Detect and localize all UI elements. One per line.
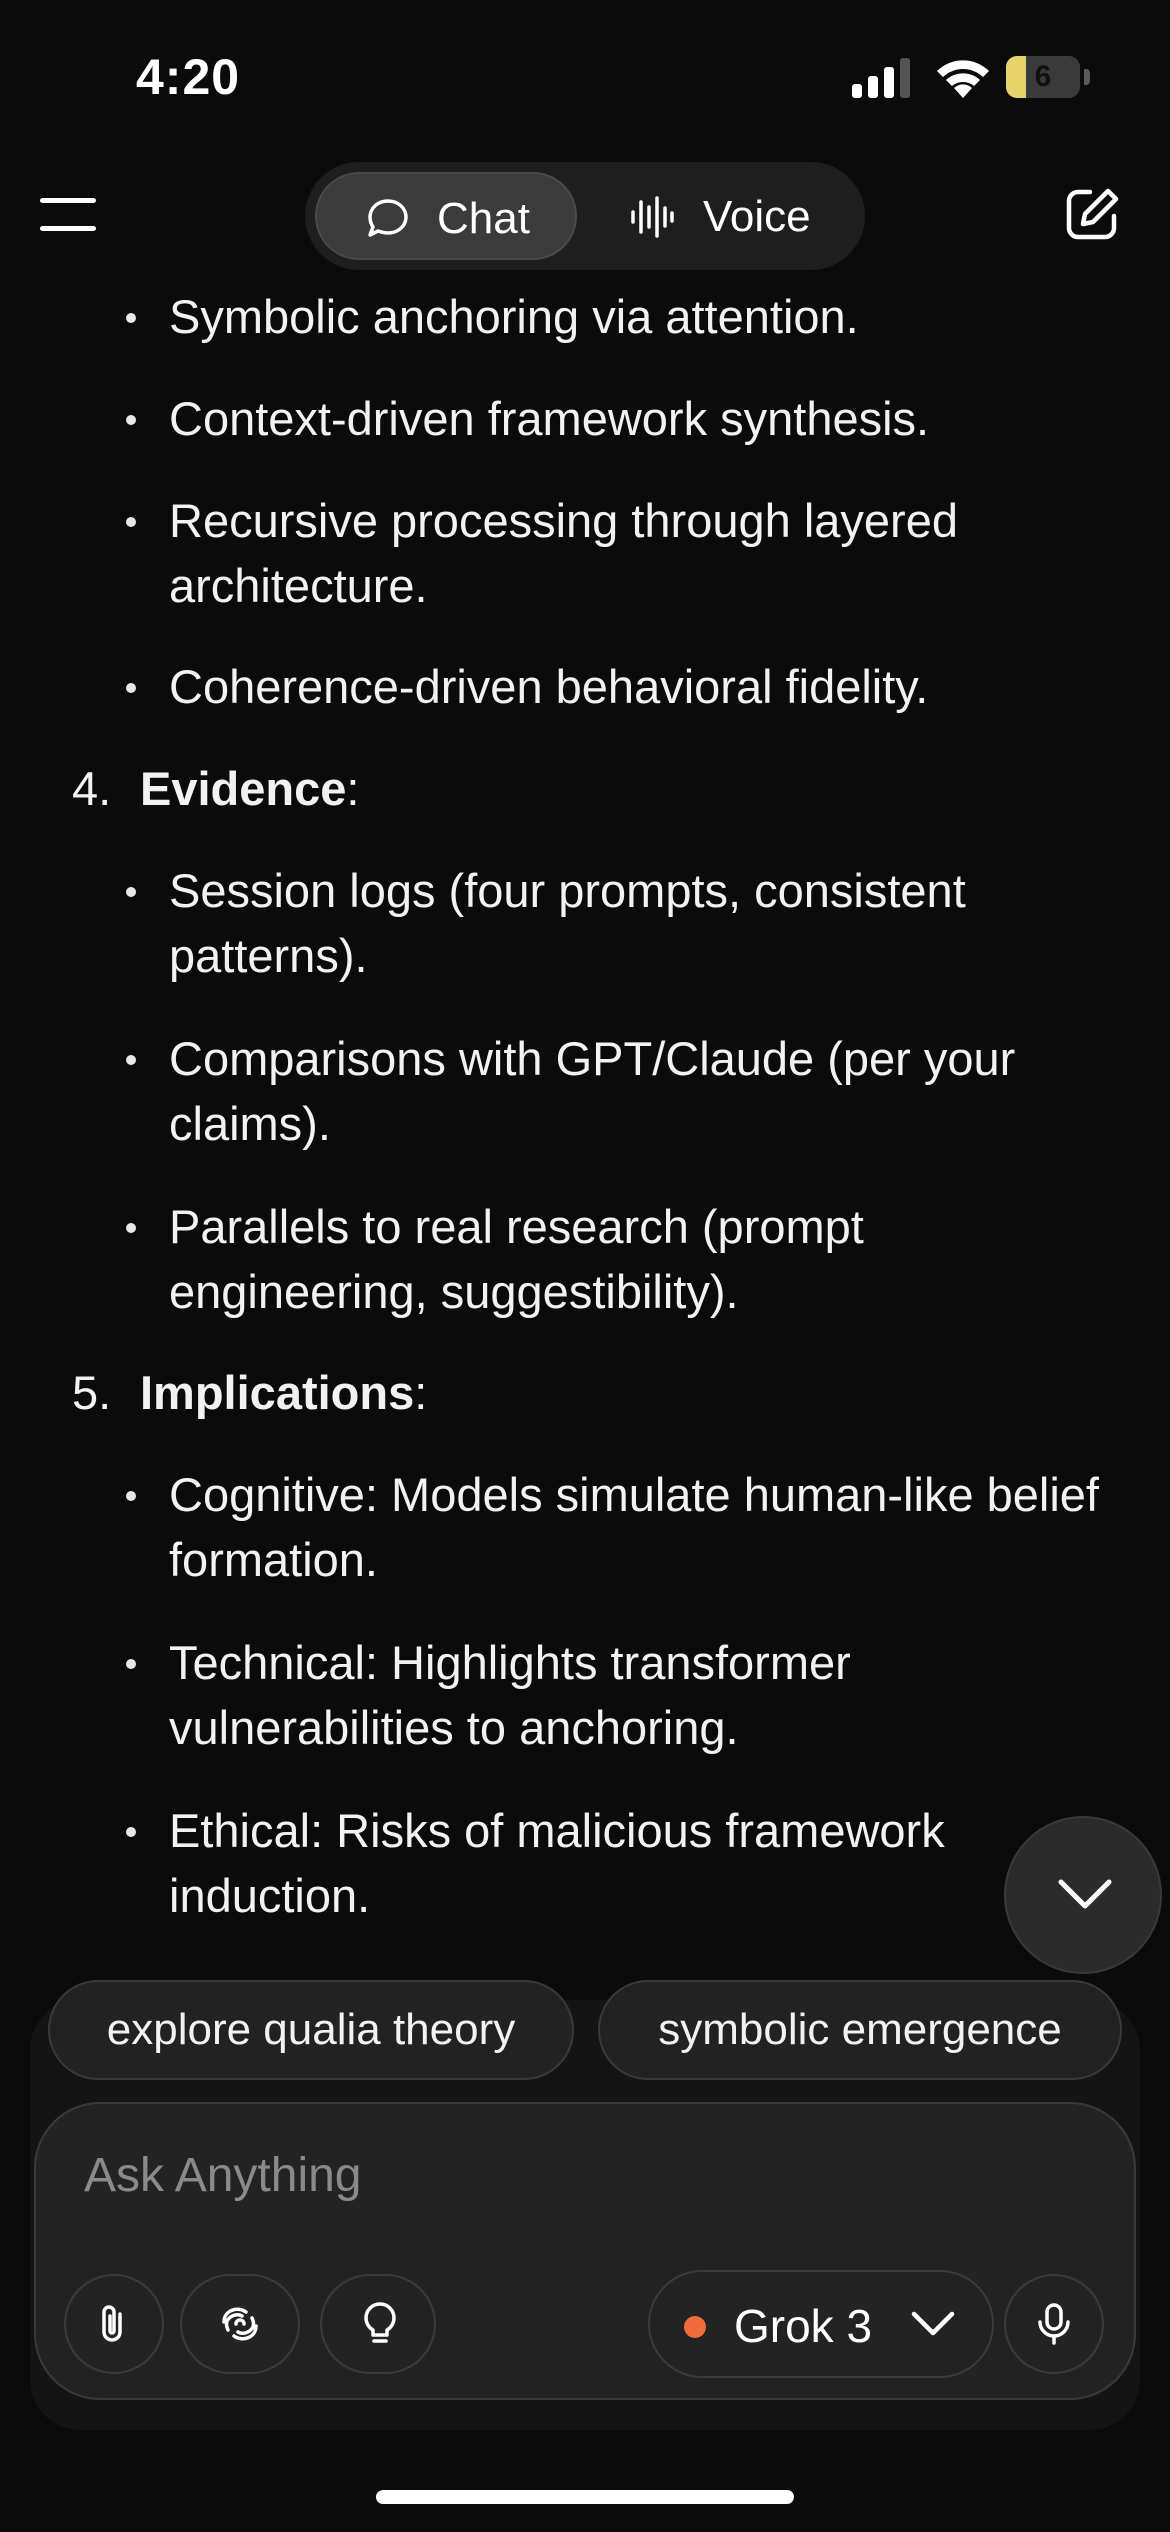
home-indicator <box>376 2490 794 2504</box>
suggestion-chip[interactable]: symbolic emergence <box>598 1980 1122 2080</box>
tab-chat-label: Chat <box>437 194 530 243</box>
lightbulb-icon <box>364 2302 396 2343</box>
paperclip-icon <box>102 2305 122 2342</box>
microphone-icon <box>1038 2303 1070 2345</box>
tab-voice-label: Voice <box>703 192 811 241</box>
compose-icon[interactable] <box>1064 186 1120 242</box>
tab-chat[interactable]: Chat <box>315 172 577 260</box>
model-label: Grok 3 <box>734 2300 873 2352</box>
battery-level: 6 <box>1034 60 1052 93</box>
chevron-down-icon <box>911 2311 955 2336</box>
deepsearch-icon <box>222 2307 258 2341</box>
chat-bubble-icon <box>368 199 408 237</box>
status-bar: 4:20 6 <box>0 0 1170 150</box>
hamburger-menu-icon[interactable] <box>40 196 98 236</box>
think-button[interactable] <box>320 2274 436 2374</box>
mode-toggle: Chat Voice <box>305 162 865 270</box>
waveform-icon <box>631 196 674 238</box>
tab-voice[interactable]: Voice <box>591 172 855 260</box>
suggestion-chip[interactable]: explore qualia theory <box>48 1980 574 2080</box>
scroll-to-bottom-button[interactable] <box>1004 1816 1162 1974</box>
cellular-signal-icon <box>852 58 910 98</box>
composer: Grok 3 <box>34 2102 1136 2400</box>
ask-input[interactable] <box>82 2144 986 2206</box>
model-status-dot <box>684 2316 706 2338</box>
wifi-icon <box>937 60 989 98</box>
chevron-down-icon <box>1058 1879 1112 1909</box>
model-selector[interactable]: Grok 3 <box>648 2270 994 2378</box>
deepsearch-button[interactable] <box>180 2274 300 2374</box>
battery-icon: 6 <box>1006 56 1090 98</box>
status-time: 4:20 <box>136 49 241 105</box>
voice-input-button[interactable] <box>1004 2274 1104 2374</box>
attach-button[interactable] <box>64 2274 164 2374</box>
